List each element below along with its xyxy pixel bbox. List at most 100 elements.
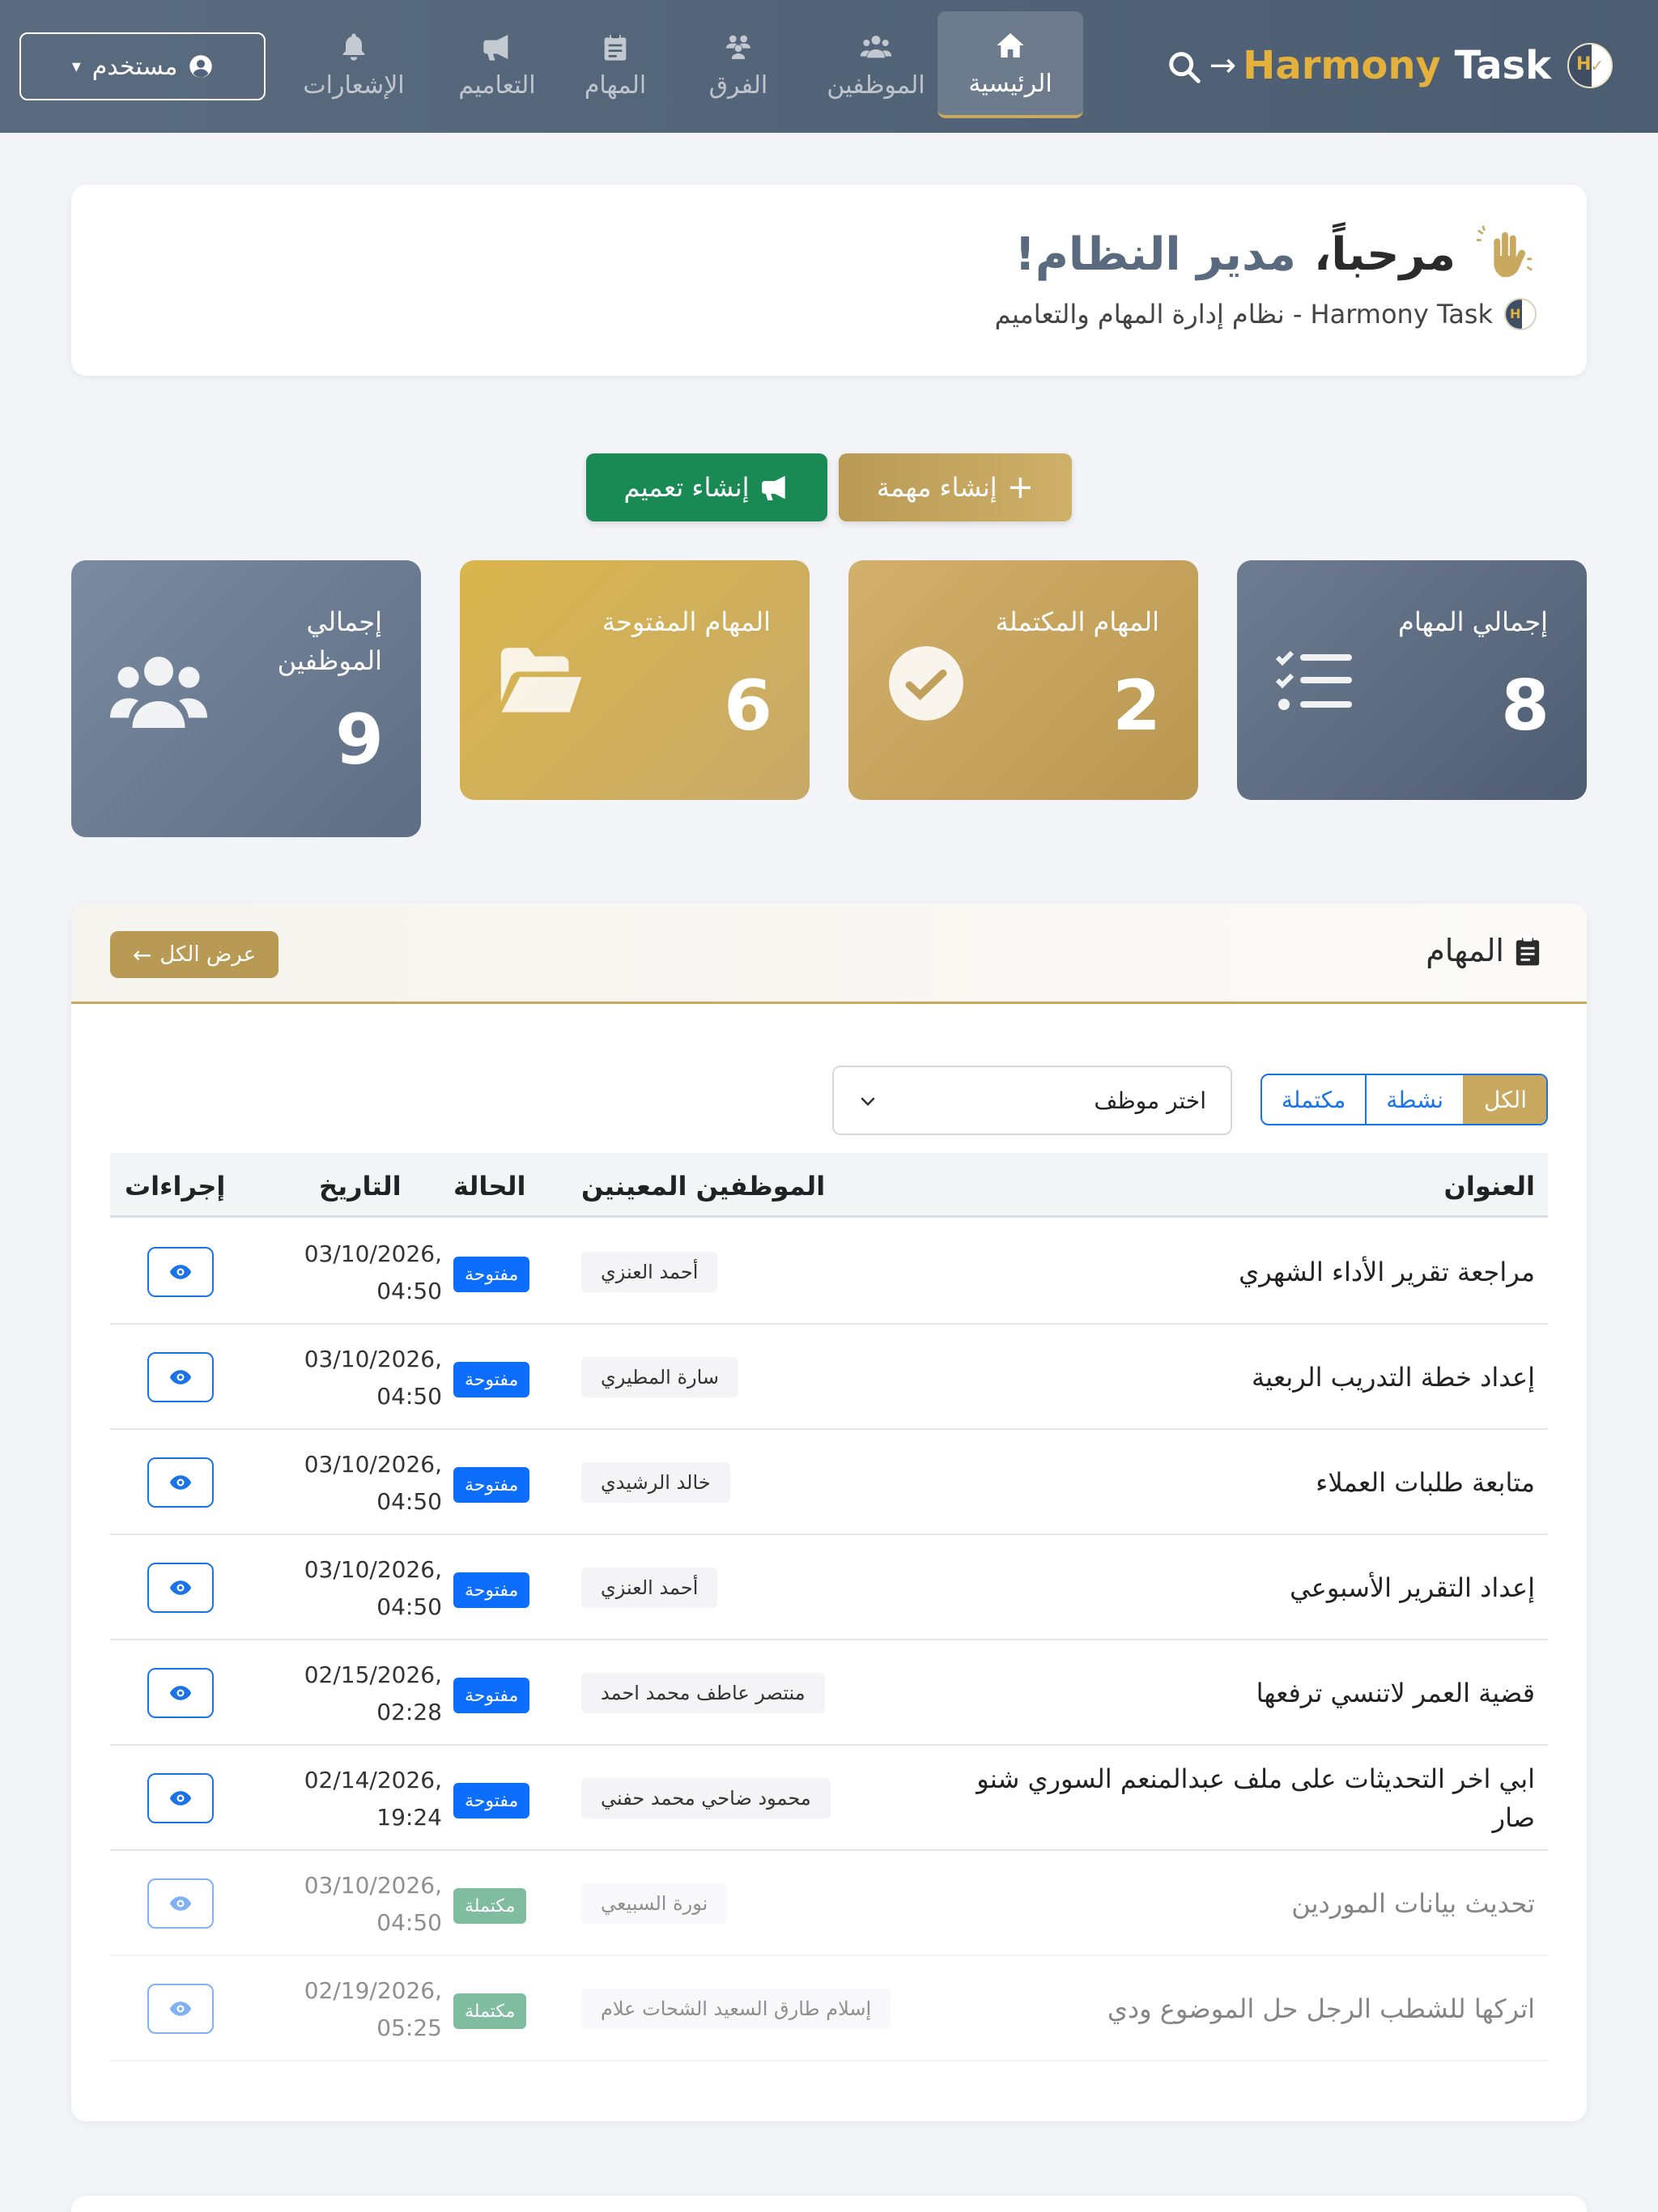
- view-task-button[interactable]: [147, 1247, 214, 1297]
- user-menu-button[interactable]: مستخدم ▾: [19, 32, 266, 100]
- status-badge: مفتوحة: [453, 1467, 530, 1503]
- table-row[interactable]: قضية العمر لاتنسي ترفعها منتصر عاطف محمد …: [110, 1640, 1548, 1746]
- nav-home[interactable]: الرئيسية: [937, 11, 1083, 118]
- search-icon[interactable]: [1166, 49, 1203, 86]
- create-broadcast-button[interactable]: إنشاء تعميم: [586, 453, 827, 521]
- bell-icon: [342, 32, 365, 61]
- home-icon: [997, 32, 1024, 57]
- status-badge: مفتوحة: [453, 1257, 530, 1292]
- eye-icon: [169, 1580, 192, 1595]
- view-task-button[interactable]: [147, 1773, 214, 1823]
- nav-notifications[interactable]: الإشعارات: [293, 11, 414, 118]
- filter-completed[interactable]: مكتملة: [1262, 1075, 1365, 1124]
- table-row[interactable]: متابعة طلبات العملاء خالد الرشيدي مفتوحة 03…: [110, 1430, 1548, 1535]
- employee-chip: خالد الرشيدي: [581, 1462, 730, 1503]
- welcome-greeting: مرحباً،: [1313, 228, 1456, 281]
- create-task-label: إنشاء مهمة: [876, 472, 997, 503]
- nav-teams[interactable]: الفرق: [698, 11, 779, 118]
- welcome-username: مدير النظام!: [1014, 228, 1296, 281]
- user-circle-icon: [189, 55, 213, 78]
- column-date: التاريخ: [319, 1171, 402, 1202]
- column-title: العنوان: [1443, 1171, 1535, 1202]
- nav-label: الرئيسية: [968, 69, 1052, 98]
- status-badge: مفتوحة: [453, 1362, 530, 1397]
- task-title[interactable]: إعداد خطة التدريب الربعية: [936, 1325, 1535, 1430]
- list-check-icon: [1275, 650, 1352, 710]
- eye-icon: [169, 2001, 192, 2016]
- welcome-subtitle-text: Harmony Task - نظام إدارة المهام والتعام…: [994, 299, 1493, 330]
- plus-icon: +: [1006, 469, 1035, 506]
- view-all-button[interactable]: عرض الكل ←: [110, 931, 278, 978]
- task-title[interactable]: مراجعة تقرير الأداء الشهري: [936, 1219, 1535, 1325]
- brand[interactable]: → Harmony Task H ✓: [1209, 37, 1613, 94]
- caret-down-icon: ▾: [71, 56, 81, 77]
- stat-label: إجمالي الموظفين: [277, 606, 382, 676]
- filter-all[interactable]: الكل: [1463, 1075, 1546, 1124]
- employee-select[interactable]: اختر موظف: [832, 1066, 1232, 1135]
- employee-chip: منتصر عاطف محمد احمد: [581, 1673, 825, 1713]
- status-badge: مكتملة: [453, 1993, 527, 2029]
- nav-broadcasts[interactable]: التعاميم: [450, 11, 544, 118]
- task-title[interactable]: اتركها للشطب الرجل حل الموضوع ودي: [936, 1956, 1535, 2061]
- stat-label: إجمالي المهام: [1398, 606, 1548, 637]
- employee-chip: سارة المطيري: [581, 1357, 739, 1397]
- column-actions: إجراءات: [125, 1171, 226, 1202]
- eye-icon: [169, 1370, 192, 1385]
- table-row[interactable]: اتركها للشطب الرجل حل الموضوع ودي إسلام ط…: [110, 1956, 1548, 2061]
- table-row[interactable]: إعداد خطة التدريب الربعية سارة المطيري مفت…: [110, 1325, 1548, 1430]
- stat-label: المهام المكتملة: [995, 606, 1159, 637]
- welcome-heading: مرحباً، مدير النظام!: [1014, 225, 1537, 283]
- nav-label: الموظفين: [827, 70, 925, 100]
- mini-logo-icon: H: [1504, 298, 1537, 330]
- table-row[interactable]: مراجعة تقرير الأداء الشهري أحمد العنزي مفت…: [110, 1219, 1548, 1325]
- check-circle-icon: [889, 646, 963, 721]
- stat-label: المهام المفتوحة: [602, 606, 771, 637]
- task-title[interactable]: متابعة طلبات العملاء: [936, 1430, 1535, 1535]
- status-badge: مفتوحة: [453, 1783, 530, 1819]
- eye-icon: [169, 1896, 192, 1911]
- users-icon: [860, 35, 892, 57]
- employee-chip: أحمد العنزي: [581, 1252, 718, 1292]
- create-task-button[interactable]: + إنشاء مهمة: [839, 453, 1072, 521]
- table-header: العنوان الموظفين المعينين الحالة التاريخ…: [110, 1153, 1548, 1218]
- task-date: 02/14/2026, 19:24: [304, 1767, 442, 1831]
- task-title[interactable]: إعداد التقرير الأسبوعي: [936, 1535, 1535, 1640]
- eye-icon: [169, 1686, 192, 1700]
- nav-employees[interactable]: الموظفين: [819, 11, 933, 118]
- megaphone-icon: [761, 475, 785, 500]
- tasks-title-text: المهام: [1426, 933, 1504, 968]
- employee-chip: أحمد العنزي: [581, 1568, 718, 1608]
- employee-chip: محمود ضاحي محمد حفني: [581, 1778, 831, 1819]
- top-navbar: → Harmony Task H ✓ الرئيسية الموظفين الفر…: [0, 0, 1658, 133]
- task-title[interactable]: تحديث بيانات الموردين: [936, 1851, 1535, 1956]
- view-task-button[interactable]: [147, 1984, 214, 2034]
- nav-label: الفرق: [708, 70, 768, 100]
- task-title[interactable]: ابي اخر التحديثات على ملف عبدالمنعم السو…: [936, 1746, 1535, 1851]
- filter-active[interactable]: نشطة: [1365, 1075, 1463, 1124]
- chevron-down-icon: [861, 1097, 875, 1106]
- task-date: 03/10/2026, 04:50: [304, 1346, 442, 1410]
- folder-open-icon: [500, 648, 582, 713]
- employee-select-value: اختر موظف: [1094, 1087, 1206, 1114]
- waving-hand-icon: [1476, 225, 1533, 278]
- arrow-left-icon: ←: [132, 941, 152, 968]
- welcome-card: مرحباً، مدير النظام! H Harmony Task - نظ…: [71, 185, 1587, 376]
- create-broadcast-label: إنشاء تعميم: [623, 472, 750, 503]
- welcome-subtitle: H Harmony Task - نظام إدارة المهام والتع…: [995, 298, 1537, 330]
- stat-total-employees: إجمالي الموظفين 9: [71, 560, 421, 837]
- view-task-button[interactable]: [147, 1668, 214, 1718]
- task-title[interactable]: قضية العمر لاتنسي ترفعها: [936, 1640, 1535, 1746]
- view-task-button[interactable]: [147, 1457, 214, 1508]
- view-task-button[interactable]: [147, 1352, 214, 1402]
- clipboard-icon: [1516, 935, 1540, 966]
- table-row[interactable]: ابي اخر التحديثات على ملف عبدالمنعم السو…: [110, 1746, 1548, 1851]
- view-task-button[interactable]: [147, 1563, 214, 1613]
- table-row[interactable]: تحديث بيانات الموردين نورة السبيعي مكتملة 0…: [110, 1851, 1548, 1956]
- users-icon: [110, 657, 207, 728]
- column-employees: الموظفين المعينين: [581, 1171, 826, 1202]
- column-status: الحالة: [453, 1171, 526, 1202]
- view-task-button[interactable]: [147, 1878, 214, 1929]
- table-row[interactable]: إعداد التقرير الأسبوعي أحمد العنزي مفتوحة 0…: [110, 1535, 1548, 1640]
- nav-tasks[interactable]: المهام: [576, 11, 654, 118]
- next-card: [71, 2196, 1587, 2212]
